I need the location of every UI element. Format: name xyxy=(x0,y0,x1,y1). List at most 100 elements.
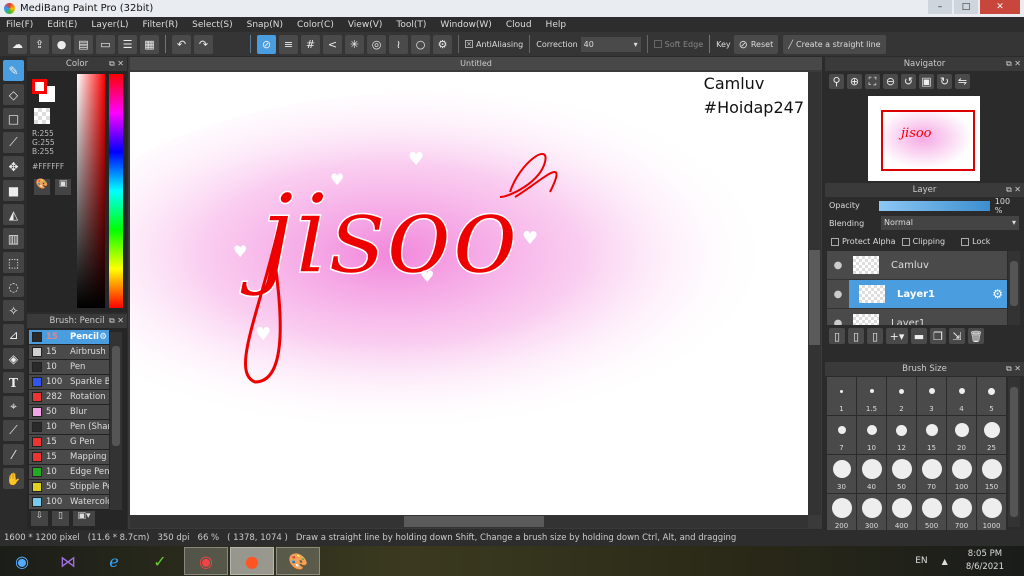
eye-visibility-icon[interactable]: ● xyxy=(827,289,849,300)
brush-size-cell[interactable]: 1 xyxy=(827,377,856,415)
brush-size-cell[interactable]: 70 xyxy=(917,455,946,493)
select-eraser-tool-icon[interactable]: ◈ xyxy=(3,348,24,369)
eyedropper-tool-icon[interactable]: ⁄ xyxy=(3,444,24,465)
brush-item[interactable]: 15 Mapping P xyxy=(29,450,109,465)
cloud-download-icon[interactable]: ⇩ xyxy=(31,511,48,526)
move-tool-icon[interactable]: ✥ xyxy=(3,156,24,177)
brush-size-cell[interactable]: 50 xyxy=(887,455,916,493)
brush-size-cell[interactable]: 200 xyxy=(827,494,856,532)
brush-size-cell[interactable]: 3 xyxy=(917,377,946,415)
page-list-icon[interactable]: ☰ xyxy=(118,34,137,54)
brush-item[interactable]: 50 Blur xyxy=(29,405,109,420)
coccoc-browser-icon[interactable]: ✓ xyxy=(138,547,182,575)
menu-item-filter[interactable]: Filter(R) xyxy=(143,20,179,30)
fit-screen-icon[interactable]: ⛶ xyxy=(865,74,880,89)
share-icon[interactable]: ⇪ xyxy=(30,34,49,54)
opacity-slider[interactable] xyxy=(878,200,990,211)
snap-off-icon[interactable]: ⊘ xyxy=(257,34,276,54)
brush-size-cell[interactable]: 15 xyxy=(917,416,946,454)
create-straight-line-button[interactable]: ╱ Create a straight line xyxy=(783,34,886,54)
cloud-icon[interactable]: ☁ xyxy=(8,34,27,54)
show-hidden-icons[interactable]: ▲ xyxy=(942,557,948,566)
brush-item[interactable]: 100 Sparkle Br xyxy=(29,375,109,390)
zoom-actual-icon[interactable]: ⚲ xyxy=(829,74,844,89)
operation-tool-icon[interactable]: ⌖ xyxy=(3,396,24,417)
new-8bit-layer-icon[interactable]: ▯ xyxy=(848,328,864,344)
gear-icon[interactable]: ⚙ xyxy=(992,287,1003,301)
visual-studio-icon[interactable]: ⋈ xyxy=(46,547,90,575)
perspective-snap-icon[interactable]: < xyxy=(323,34,342,54)
document-tab[interactable]: Untitled xyxy=(130,57,822,70)
radial-snap-icon[interactable]: ✳ xyxy=(345,34,364,54)
menu-item-edit[interactable]: Edit(E) xyxy=(47,20,77,30)
canvas-vertical-scrollbar[interactable] xyxy=(808,72,821,515)
layer-row[interactable]: ● Layer1 ⚙ xyxy=(827,280,1007,309)
hue-slider[interactable] xyxy=(109,74,123,308)
select-tool-icon[interactable]: ⬚ xyxy=(3,252,24,273)
curve-snap-icon[interactable]: ≀ xyxy=(389,34,408,54)
brush-size-cell[interactable]: 2 xyxy=(887,377,916,415)
panel-close-icon[interactable]: ⧉ ✕ xyxy=(1006,364,1021,374)
saturation-brightness-picker[interactable] xyxy=(77,74,105,308)
brush-size-cell[interactable]: 5 xyxy=(977,377,1006,415)
brush-item[interactable]: 15 G Pen xyxy=(29,435,109,450)
bucket-tool-icon[interactable]: ◭ xyxy=(3,204,24,225)
brush-size-cell[interactable]: 1000 xyxy=(977,494,1006,532)
clock[interactable]: 8:05 PM 8/6/2021 xyxy=(966,548,1004,574)
brush-size-cell[interactable]: 400 xyxy=(887,494,916,532)
brush-size-cell[interactable]: 12 xyxy=(887,416,916,454)
menu-item-tool[interactable]: Tool(T) xyxy=(396,20,426,30)
brush-list-scrollbar[interactable] xyxy=(110,332,122,510)
maximize-button[interactable]: □ xyxy=(954,0,978,14)
select-pen-tool-icon[interactable]: ⊿ xyxy=(3,324,24,345)
delete-layer-icon[interactable]: 🗑 xyxy=(968,328,984,344)
snap-settings-icon[interactable]: ⚙ xyxy=(433,34,452,54)
blending-select[interactable]: Normal ▾ xyxy=(881,216,1019,230)
brush-item[interactable]: 10 Edge Pen xyxy=(29,465,109,480)
reset-button[interactable]: ⊘ Reset xyxy=(733,34,779,54)
brush-item[interactable]: 282 Rotation S xyxy=(29,390,109,405)
start-button[interactable]: ◉ xyxy=(0,547,44,575)
page-icon[interactable]: ▭ xyxy=(96,34,115,54)
panel-close-icon[interactable]: ⧉ ✕ xyxy=(1006,59,1021,69)
flip-icon[interactable]: ⇋ xyxy=(955,74,970,89)
reset-rotation-icon[interactable]: ▣ xyxy=(919,74,934,89)
menu-item-view[interactable]: View(V) xyxy=(348,20,383,30)
drawing-canvas[interactable]: jisoo ♥ ♥ ♥ ♥ ♥ ♥ Camluv #Hoidap247 xyxy=(130,72,808,515)
undo-button[interactable]: ↶ xyxy=(172,34,191,54)
canvas-horizontal-scrollbar[interactable] xyxy=(130,515,808,528)
brush-size-cell[interactable]: 500 xyxy=(917,494,946,532)
brush-size-cell[interactable]: 40 xyxy=(857,455,886,493)
new-brush-icon[interactable]: ▯ xyxy=(52,511,69,526)
lock-checkbox[interactable]: Lock xyxy=(961,237,990,246)
cross-snap-icon[interactable]: # xyxy=(301,34,320,54)
zoom-out-icon[interactable]: ⊖ xyxy=(883,74,898,89)
correction-select[interactable]: 40 ▾ xyxy=(580,36,641,52)
brush-size-cell[interactable]: 300 xyxy=(857,494,886,532)
antialiasing-checkbox[interactable]: × AntiAliasing xyxy=(465,40,523,49)
brush-size-cell[interactable]: 25 xyxy=(977,416,1006,454)
brush-item[interactable]: 50 Stipple Pe xyxy=(29,480,109,495)
menu-item-select[interactable]: Select(S) xyxy=(192,20,233,30)
new-1bit-layer-icon[interactable]: ▯ xyxy=(867,328,883,344)
minimize-button[interactable]: – xyxy=(928,0,952,14)
brush-item[interactable]: 100 Watercolo xyxy=(29,495,109,510)
fill-shape-tool-icon[interactable]: ■ xyxy=(3,180,24,201)
primary-color-swatch[interactable] xyxy=(32,79,47,94)
lasso-tool-icon[interactable]: ◌ xyxy=(3,276,24,297)
divide-tool-icon[interactable]: ⟋ xyxy=(3,420,24,441)
brush-tool-icon[interactable]: ✎ xyxy=(3,60,24,81)
panel-close-icon[interactable]: ⧉ ✕ xyxy=(109,316,124,326)
brush-size-scrollbar[interactable] xyxy=(1008,377,1020,527)
navigator-preview[interactable]: jisoo xyxy=(868,96,980,181)
brush-size-cell[interactable]: 700 xyxy=(947,494,976,532)
menu-item-cloud[interactable]: Cloud xyxy=(506,20,532,30)
gradient-tool-icon[interactable]: ▥ xyxy=(3,228,24,249)
menu-item-window[interactable]: Window(W) xyxy=(440,20,491,30)
dot-tool-icon[interactable]: ⟋ xyxy=(3,132,24,153)
brush-size-cell[interactable]: 10 xyxy=(857,416,886,454)
brush-item[interactable]: 15 Airbrush xyxy=(29,345,109,360)
brush-size-cell[interactable]: 30 xyxy=(827,455,856,493)
protect-alpha-checkbox[interactable]: Protect Alpha xyxy=(831,237,896,246)
close-button[interactable]: ✕ xyxy=(980,0,1020,14)
